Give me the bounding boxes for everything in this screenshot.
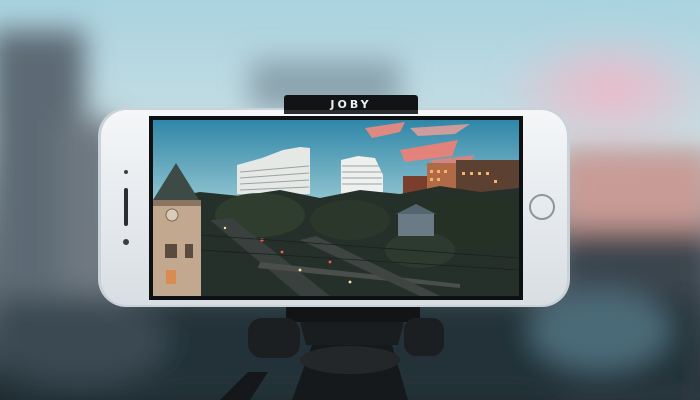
phone-screen — [153, 120, 519, 296]
scene-artwork — [0, 0, 700, 400]
earpiece-speaker — [124, 188, 128, 226]
mount-brand-label: JOBY — [330, 97, 372, 111]
sensor — [124, 170, 128, 174]
photo-scene: JOBY — [0, 0, 700, 400]
front-camera — [123, 239, 129, 245]
